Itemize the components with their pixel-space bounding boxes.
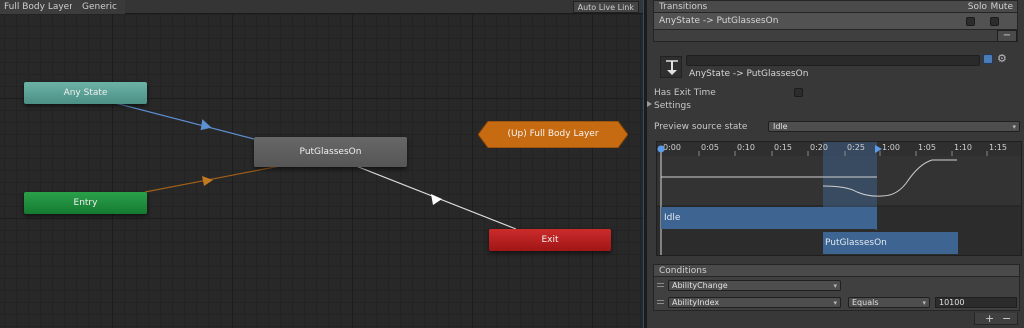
- animator-graph[interactable]: Generic Full Body Layer Auto Live Link A…: [0, 0, 643, 328]
- help-book-icon[interactable]: [983, 54, 993, 64]
- preview-source-state-dropdown[interactable]: Idle ▾: [768, 121, 1020, 132]
- settings-gear-icon[interactable]: ⚙: [997, 52, 1007, 65]
- tick-label: 1:05: [918, 143, 936, 152]
- condition-row[interactable]: AbilityIndex ▾ Equals ▾ 10100: [654, 294, 1019, 311]
- transition-icon: [660, 56, 682, 78]
- dropdown-arrow-icon: ▾: [922, 299, 926, 307]
- transition-list-item-label: AnyState -> PutGlassesOn: [659, 16, 779, 26]
- drag-handle-icon[interactable]: [657, 300, 664, 304]
- breadcrumb-full-body-layer[interactable]: Full Body Layer: [0, 0, 81, 14]
- entry-node[interactable]: Entry: [24, 192, 147, 214]
- tick-label: 1:15: [989, 143, 1007, 152]
- condition-parameter-dropdown[interactable]: AbilityIndex ▾: [668, 297, 841, 308]
- has-exit-time-label: Has Exit Time: [654, 88, 716, 98]
- dropdown-arrow-icon: ▾: [833, 299, 837, 307]
- dropdown-arrow-icon: ▾: [1012, 123, 1016, 131]
- has-exit-time-checkbox[interactable]: [794, 88, 803, 97]
- tick-label: 0:20: [810, 143, 828, 152]
- settings-foldout[interactable]: Settings: [654, 101, 691, 111]
- remove-transition-button[interactable]: −: [997, 30, 1017, 42]
- tick-label: 0:05: [701, 143, 719, 152]
- transition-arrowhead-orange: [202, 176, 213, 186]
- transition-arrowhead-white: [431, 194, 442, 205]
- breadcrumb-generic[interactable]: Generic: [78, 0, 125, 14]
- transition-line-entry-to-put[interactable]: [144, 165, 281, 193]
- transitions-header-label: Transitions: [659, 2, 708, 12]
- tick-label: 0:15: [774, 143, 792, 152]
- up-layer-node[interactable]: (Up) Full Body Layer: [478, 121, 628, 148]
- transition-title: AnyState -> PutGlassesOn: [689, 69, 809, 79]
- condition-parameter-value: AbilityChange: [672, 281, 728, 290]
- condition-value-field[interactable]: 10100: [935, 297, 1017, 308]
- conditions-header: Conditions: [653, 264, 1020, 277]
- condition-row[interactable]: AbilityChange ▾: [654, 277, 1019, 294]
- remove-condition-button[interactable]: −: [1002, 312, 1011, 325]
- conditions-list: AbilityChange ▾ AbilityIndex ▾ Equals ▾ …: [653, 277, 1020, 311]
- drag-handle-icon[interactable]: [657, 283, 664, 287]
- destination-state-bar[interactable]: PutGlassesOn: [823, 232, 958, 254]
- transition-line-any-to-put[interactable]: [114, 102, 259, 141]
- solo-checkbox[interactable]: [966, 17, 975, 26]
- preview-source-state-value: Idle: [773, 122, 788, 131]
- tick-label: 0:10: [737, 143, 755, 152]
- breadcrumb-separator: [72, 0, 78, 14]
- condition-operator-value: Equals: [852, 298, 879, 307]
- condition-parameter-value: AbilityIndex: [672, 298, 720, 307]
- playhead-marker-icon[interactable]: [657, 145, 667, 155]
- transition-name-field[interactable]: [686, 55, 980, 66]
- state-node-putglasseson[interactable]: PutGlassesOn: [254, 137, 407, 167]
- timeline-ruler[interactable]: 0:00 0:05 0:10 0:15 0:20 0:25 1:00 1:05 …: [657, 142, 1021, 156]
- dropdown-arrow-icon: ▾: [833, 282, 837, 290]
- conditions-footer: + −: [974, 312, 1018, 325]
- graph-breadcrumb-bar: Generic Full Body Layer Auto Live Link: [0, 0, 643, 14]
- auto-live-link-button[interactable]: Auto Live Link: [572, 1, 639, 13]
- settings-foldout-arrow-icon[interactable]: [647, 101, 652, 107]
- up-layer-node-label: (Up) Full Body Layer: [507, 129, 599, 139]
- source-state-bar[interactable]: Idle: [661, 207, 877, 229]
- tick-label: 1:10: [954, 143, 972, 152]
- transition-end-marker-icon[interactable]: [875, 145, 885, 155]
- condition-parameter-dropdown[interactable]: AbilityChange ▾: [668, 280, 841, 291]
- mute-checkbox[interactable]: [990, 17, 999, 26]
- exit-node[interactable]: Exit: [489, 229, 611, 251]
- transition-timeline[interactable]: 0:00 0:05 0:10 0:15 0:20 0:25 1:00 1:05 …: [656, 141, 1022, 256]
- transition-list-item[interactable]: AnyState -> PutGlassesOn: [653, 13, 1018, 30]
- transition-arrowhead-blue: [200, 119, 212, 131]
- preview-source-state-label: Preview source state: [654, 122, 748, 132]
- transitions-header: Transitions Solo Mute: [653, 0, 1018, 13]
- condition-operator-dropdown[interactable]: Equals ▾: [848, 297, 930, 308]
- transition-list-footer: −: [653, 30, 1018, 42]
- add-condition-button[interactable]: +: [985, 312, 994, 325]
- any-state-node[interactable]: Any State: [24, 82, 147, 104]
- tick-label: 0:25: [847, 143, 865, 152]
- transition-arrow-icon: [666, 60, 678, 75]
